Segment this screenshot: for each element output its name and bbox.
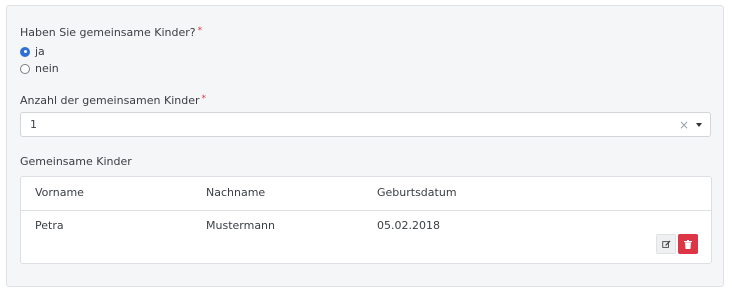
children-table-label: Gemeinsame Kinder — [20, 155, 132, 168]
required-marker: * — [201, 94, 207, 104]
cell-birth-date: 05.02.2018 — [377, 219, 440, 232]
radio-option-ja[interactable]: ja — [20, 45, 45, 58]
radio-option-nein[interactable]: nein — [20, 62, 59, 75]
caret-down-icon[interactable] — [696, 122, 702, 127]
radio-ja-label: ja — [35, 45, 45, 58]
children-table: Vorname Nachname Geburtsdatum Petra Must… — [20, 176, 712, 264]
table-header: Vorname Nachname Geburtsdatum — [21, 177, 711, 211]
column-header-nachname[interactable]: Nachname — [206, 186, 265, 199]
delete-button[interactable] — [678, 234, 698, 254]
column-header-vorname[interactable]: Vorname — [35, 186, 84, 199]
radio-ja-button[interactable] — [20, 46, 30, 57]
kids-count-label: Anzahl der gemeinsamen Kinder * — [20, 94, 206, 107]
edit-button[interactable] — [656, 234, 676, 254]
trash-icon — [684, 239, 692, 249]
edit-icon — [661, 239, 671, 248]
radio-nein-button[interactable] — [20, 63, 30, 74]
cell-last-name: Mustermann — [206, 219, 276, 232]
cell-first-name: Petra — [35, 219, 64, 232]
clear-icon[interactable]: × — [679, 118, 689, 132]
radio-nein-label: nein — [35, 62, 59, 75]
kids-count-select[interactable]: 1 × — [20, 112, 711, 137]
kids-question-label: Haben Sie gemeinsame Kinder? * — [20, 26, 202, 39]
kids-count-text: Anzahl der gemeinsamen Kinder — [20, 94, 200, 107]
required-marker: * — [197, 26, 203, 36]
kids-question-text: Haben Sie gemeinsame Kinder? — [20, 26, 196, 39]
kids-count-value: 1 — [30, 118, 37, 131]
column-header-geburtsdatum[interactable]: Geburtsdatum — [377, 186, 457, 199]
form-panel: Haben Sie gemeinsame Kinder? * ja nein An… — [6, 5, 724, 287]
